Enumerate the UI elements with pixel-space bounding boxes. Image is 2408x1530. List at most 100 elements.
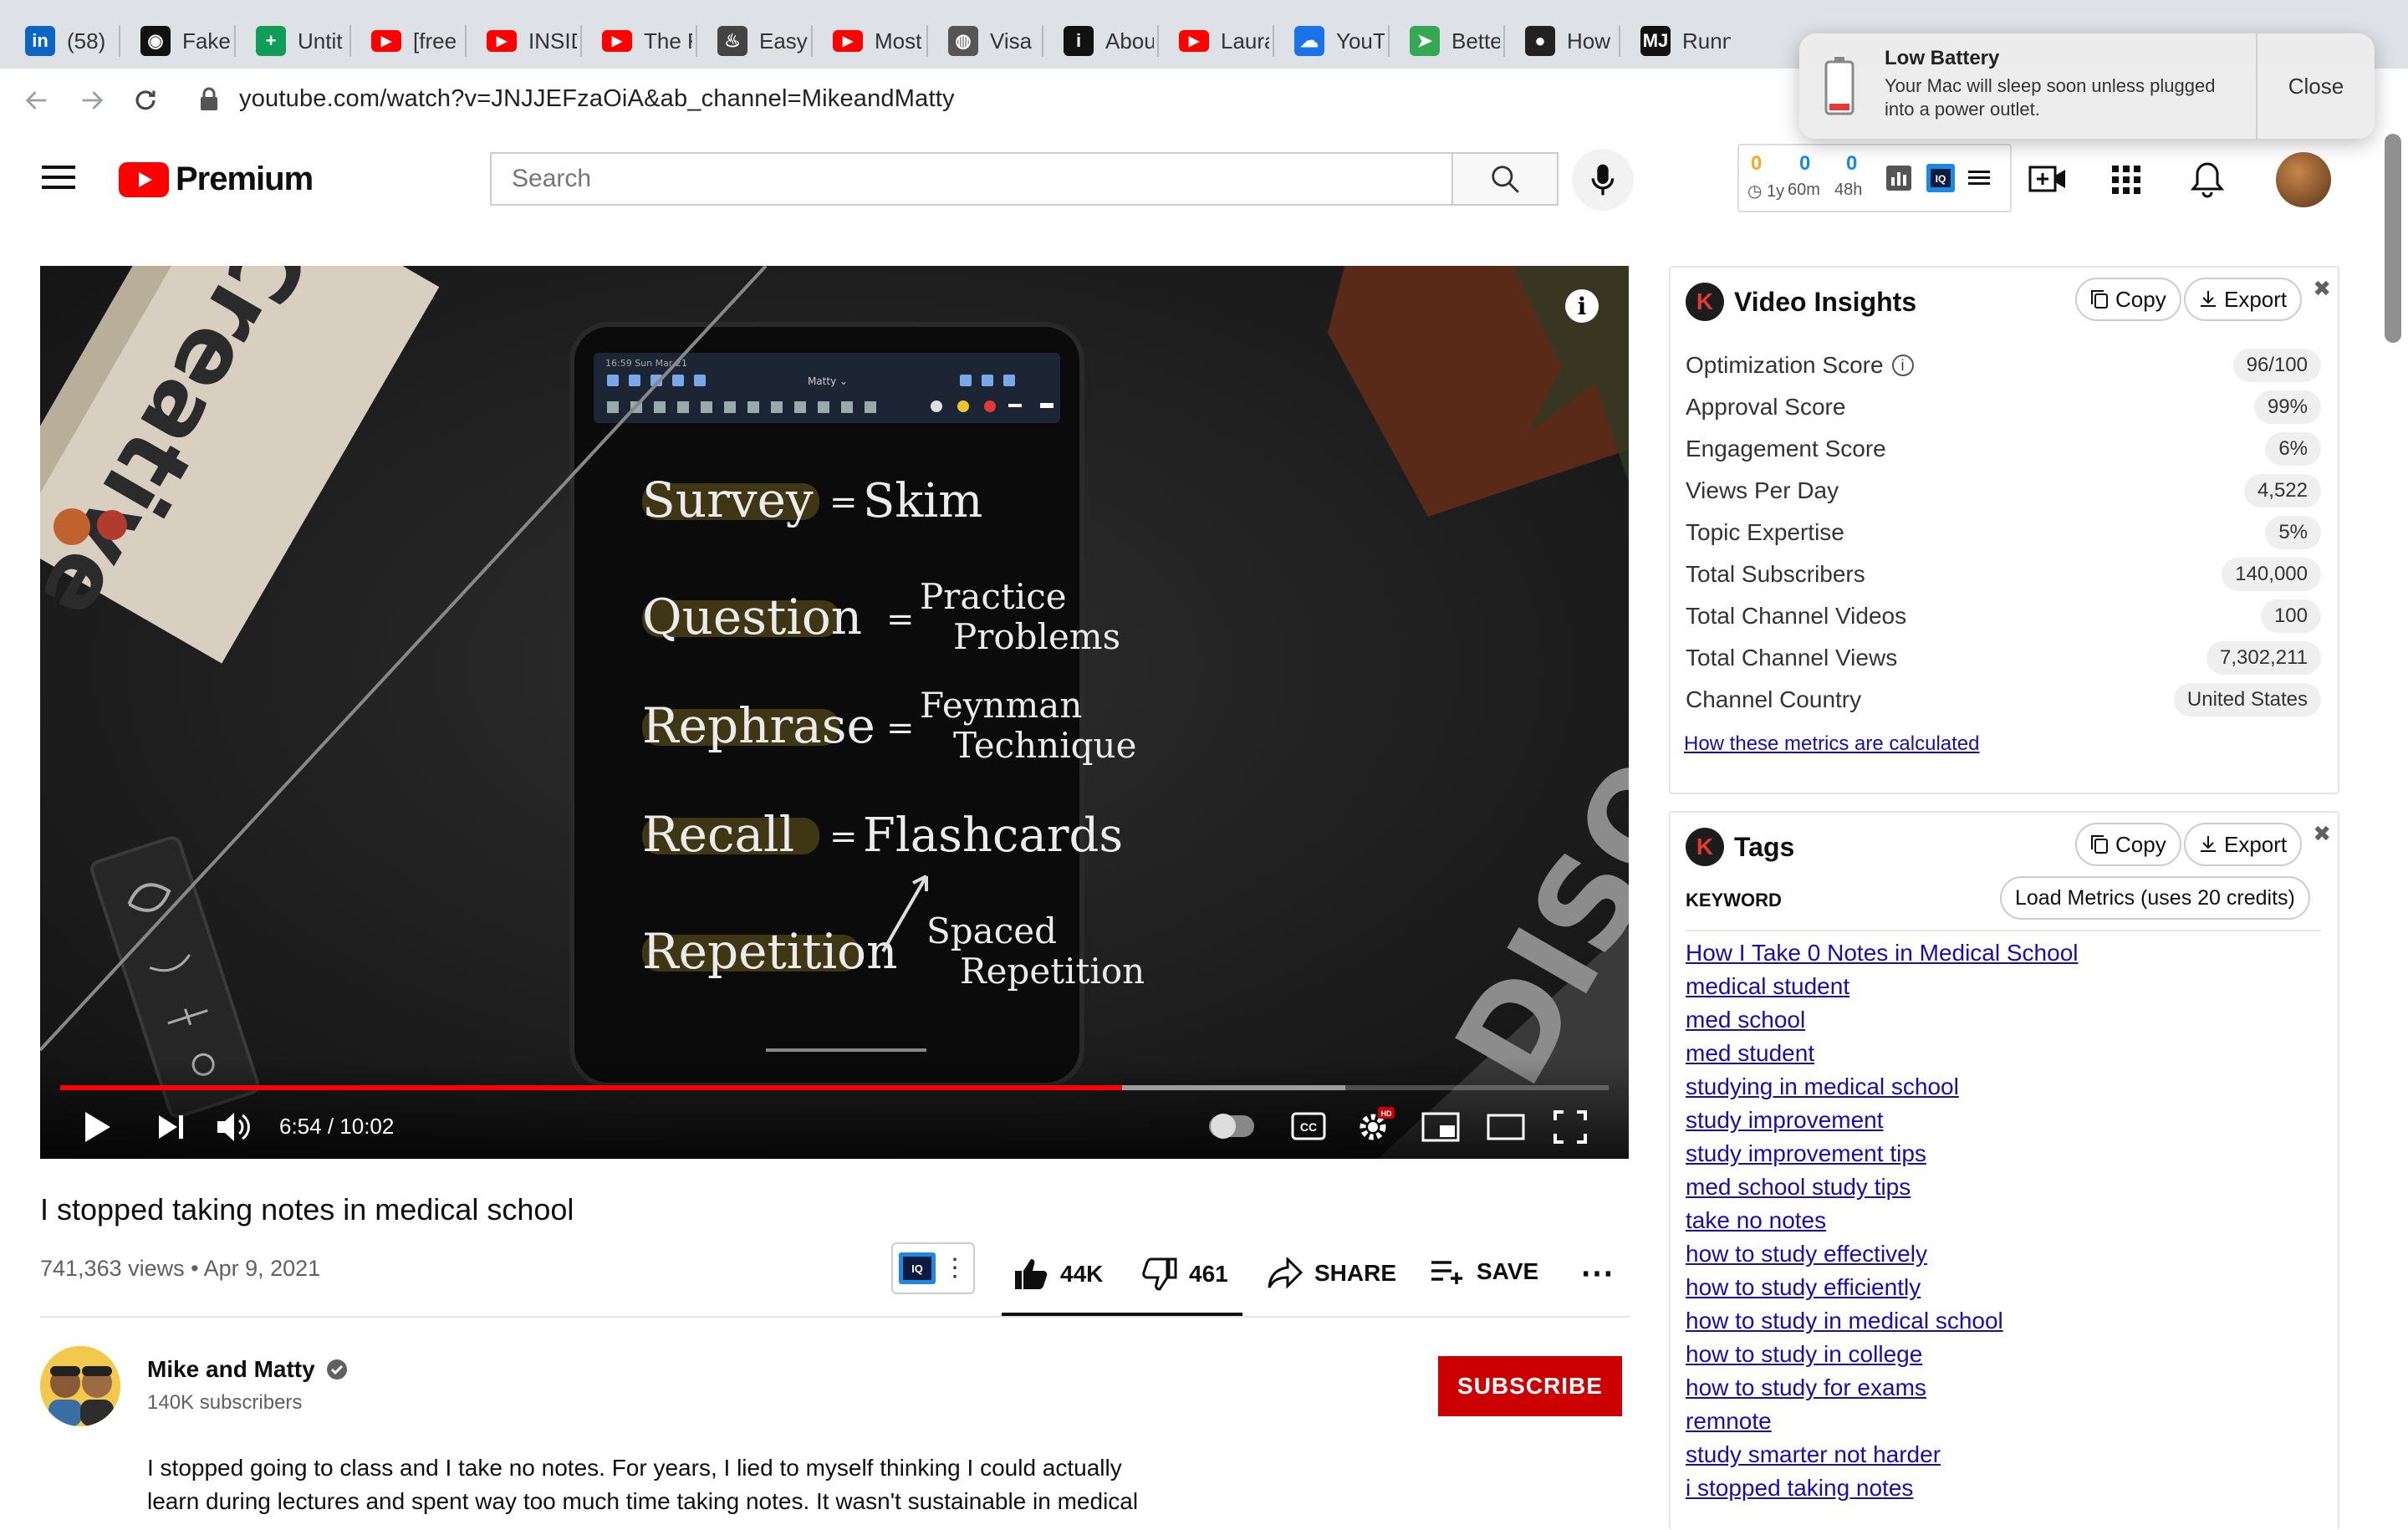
back-button[interactable] bbox=[17, 80, 57, 120]
fullscreen-button[interactable] bbox=[1553, 1110, 1587, 1144]
play-button[interactable] bbox=[84, 1110, 112, 1144]
channel-avatar[interactable] bbox=[40, 1346, 120, 1426]
close-panel-icon[interactable]: ✖ bbox=[2313, 276, 2331, 302]
browser-tab[interactable]: ◍ Visa bbox=[923, 13, 1038, 69]
video-player[interactable]: Creative DISO 16:59 Sun Mar 21 Matty ⌄ S… bbox=[40, 266, 1629, 1159]
browser-tab[interactable]: in (58) bbox=[0, 13, 115, 69]
tag-link[interactable]: med student bbox=[1686, 1040, 1814, 1067]
tag-link[interactable]: take no notes bbox=[1686, 1207, 1826, 1234]
copy-icon bbox=[2091, 835, 2108, 854]
tab-label: (58) bbox=[67, 28, 106, 54]
address-bar[interactable]: youtube.com/watch?v=JNJJEFzaOiA&ab_chann… bbox=[239, 85, 955, 113]
browser-tab[interactable]: i Abou bbox=[1038, 13, 1154, 69]
next-button[interactable] bbox=[157, 1114, 186, 1140]
voice-search-button[interactable] bbox=[1572, 149, 1634, 211]
captions-button[interactable]: CC bbox=[1291, 1112, 1326, 1140]
tag-link[interactable]: how to study in medical school bbox=[1686, 1308, 2003, 1334]
reload-button[interactable] bbox=[125, 80, 166, 120]
account-avatar[interactable] bbox=[2276, 152, 2331, 207]
metric-row: Optimization Score i 96/100 bbox=[1686, 344, 2321, 386]
autoplay-toggle[interactable] bbox=[1209, 1114, 1254, 1139]
tag-link[interactable]: medical student bbox=[1686, 973, 1849, 1000]
panel-title: Tags bbox=[1734, 831, 1795, 862]
tag-link[interactable]: med school bbox=[1686, 1007, 1805, 1033]
tag-link[interactable]: i stopped taking notes bbox=[1686, 1475, 1913, 1502]
vidiq-logo-icon[interactable]: IQ bbox=[1926, 164, 1955, 192]
load-metrics-button[interactable]: Load Metrics (uses 20 credits) bbox=[2000, 876, 2310, 920]
insights-copy-button[interactable]: Copy bbox=[2075, 278, 2181, 321]
youtube-logo[interactable]: Premium bbox=[119, 161, 314, 198]
dislike-button[interactable]: 461 bbox=[1142, 1257, 1228, 1291]
video-description[interactable]: I stopped going to class and I take no n… bbox=[147, 1451, 1201, 1518]
browser-tab[interactable]: ▶ Most bbox=[808, 13, 923, 69]
how-metrics-link[interactable]: How these metrics are calculated bbox=[1684, 732, 1979, 756]
browser-tab[interactable]: ● How bbox=[1500, 13, 1615, 69]
settings-button[interactable]: HD bbox=[1356, 1107, 1396, 1144]
browser-tab[interactable]: ▶ INSID bbox=[462, 13, 577, 69]
insights-export-button[interactable]: Export bbox=[2184, 278, 2303, 321]
browser-tab[interactable]: ▶ The F bbox=[577, 13, 692, 69]
create-video-icon[interactable] bbox=[2028, 162, 2067, 196]
tag-link[interactable]: how to study for exams bbox=[1686, 1374, 1926, 1401]
youtube-icon: ▶ bbox=[1179, 30, 1209, 52]
tag-link[interactable]: how to study effectively bbox=[1686, 1241, 1927, 1267]
chart-bars-icon[interactable] bbox=[1886, 166, 1911, 191]
theater-mode-button[interactable] bbox=[1487, 1114, 1525, 1140]
search-button[interactable] bbox=[1451, 152, 1559, 206]
tag-link[interactable]: studying in medical school bbox=[1686, 1074, 1959, 1100]
tag-link[interactable]: how to study in college bbox=[1686, 1341, 1922, 1368]
toggle-knob bbox=[1211, 1114, 1236, 1139]
vidiq-action-button[interactable]: IQ ⋮ bbox=[891, 1242, 975, 1294]
forward-button[interactable] bbox=[72, 80, 112, 120]
tag-link[interactable]: study improvement tips bbox=[1686, 1140, 1926, 1167]
browser-tab[interactable]: ▶ [free bbox=[346, 13, 462, 69]
tab-separator bbox=[349, 25, 351, 57]
browser-tab[interactable]: ♨ Easy bbox=[692, 13, 808, 69]
progress-bar[interactable] bbox=[60, 1085, 1609, 1090]
notification-close-button[interactable]: Close bbox=[2258, 33, 2375, 139]
arrow-left-icon bbox=[25, 91, 47, 110]
hamburger-menu-icon[interactable] bbox=[42, 164, 75, 191]
tags-export-button[interactable]: Export bbox=[2184, 823, 2303, 866]
info-icon[interactable]: i bbox=[1565, 289, 1599, 323]
volume-button[interactable] bbox=[216, 1110, 253, 1144]
tag-link[interactable]: remnote bbox=[1686, 1408, 1772, 1435]
tag-link[interactable]: study improvement bbox=[1686, 1107, 1884, 1134]
browser-tab[interactable]: ◉ Fake bbox=[115, 13, 231, 69]
metric-value: 6% bbox=[2265, 432, 2321, 466]
browser-tab[interactable]: ▶ Laura bbox=[1154, 13, 1269, 69]
board-definition: Skim bbox=[863, 474, 982, 528]
info-circle-icon[interactable]: i bbox=[1891, 354, 1914, 376]
header-divider bbox=[1686, 930, 2321, 931]
notification-body: Your Mac will sleep soon unless plugged bbox=[1885, 75, 2216, 96]
notifications-bell-icon[interactable] bbox=[2191, 161, 2224, 199]
browser-tab[interactable]: ☁ YouTu bbox=[1269, 13, 1385, 69]
play-icon bbox=[85, 1112, 110, 1142]
subscribe-button[interactable]: SUBSCRIBE bbox=[1438, 1356, 1622, 1416]
channel-name[interactable]: Mike and Matty bbox=[147, 1356, 348, 1383]
more-actions-icon[interactable]: ⋯ bbox=[1580, 1254, 1614, 1293]
page-scrollbar[interactable] bbox=[2385, 134, 2401, 343]
like-count: 44K bbox=[1060, 1261, 1104, 1287]
tag-link[interactable]: med school study tips bbox=[1686, 1174, 1911, 1201]
stat-48h-label: 48h bbox=[1834, 181, 1863, 199]
browser-tab[interactable]: ➤ Bette bbox=[1385, 13, 1500, 69]
tag-link[interactable]: How I Take 0 Notes in Medical School bbox=[1686, 940, 2079, 966]
list-menu-icon[interactable] bbox=[1968, 167, 1990, 189]
microphone-icon bbox=[1591, 164, 1615, 196]
youtube-icon: ▶ bbox=[487, 30, 517, 52]
search-input[interactable] bbox=[492, 154, 1453, 204]
share-button[interactable]: SHARE bbox=[1268, 1257, 1396, 1289]
stat-1y-value: 0 bbox=[1751, 152, 1763, 175]
close-panel-icon[interactable]: ✖ bbox=[2313, 821, 2331, 847]
tag-link[interactable]: how to study efficiently bbox=[1686, 1274, 1921, 1301]
browser-tab[interactable]: MJ Runn bbox=[1615, 13, 1731, 69]
metric-row: Topic Expertise 5% bbox=[1686, 512, 2321, 553]
tag-link[interactable]: study smarter not harder bbox=[1686, 1441, 1941, 1468]
apps-grid-icon[interactable] bbox=[2112, 166, 2140, 194]
browser-tab[interactable]: + Untit bbox=[231, 13, 346, 69]
tags-copy-button[interactable]: Copy bbox=[2075, 823, 2181, 866]
save-button[interactable]: SAVE bbox=[1430, 1257, 1538, 1286]
like-button[interactable]: 44K bbox=[1013, 1257, 1103, 1291]
miniplayer-button[interactable] bbox=[1421, 1112, 1460, 1142]
